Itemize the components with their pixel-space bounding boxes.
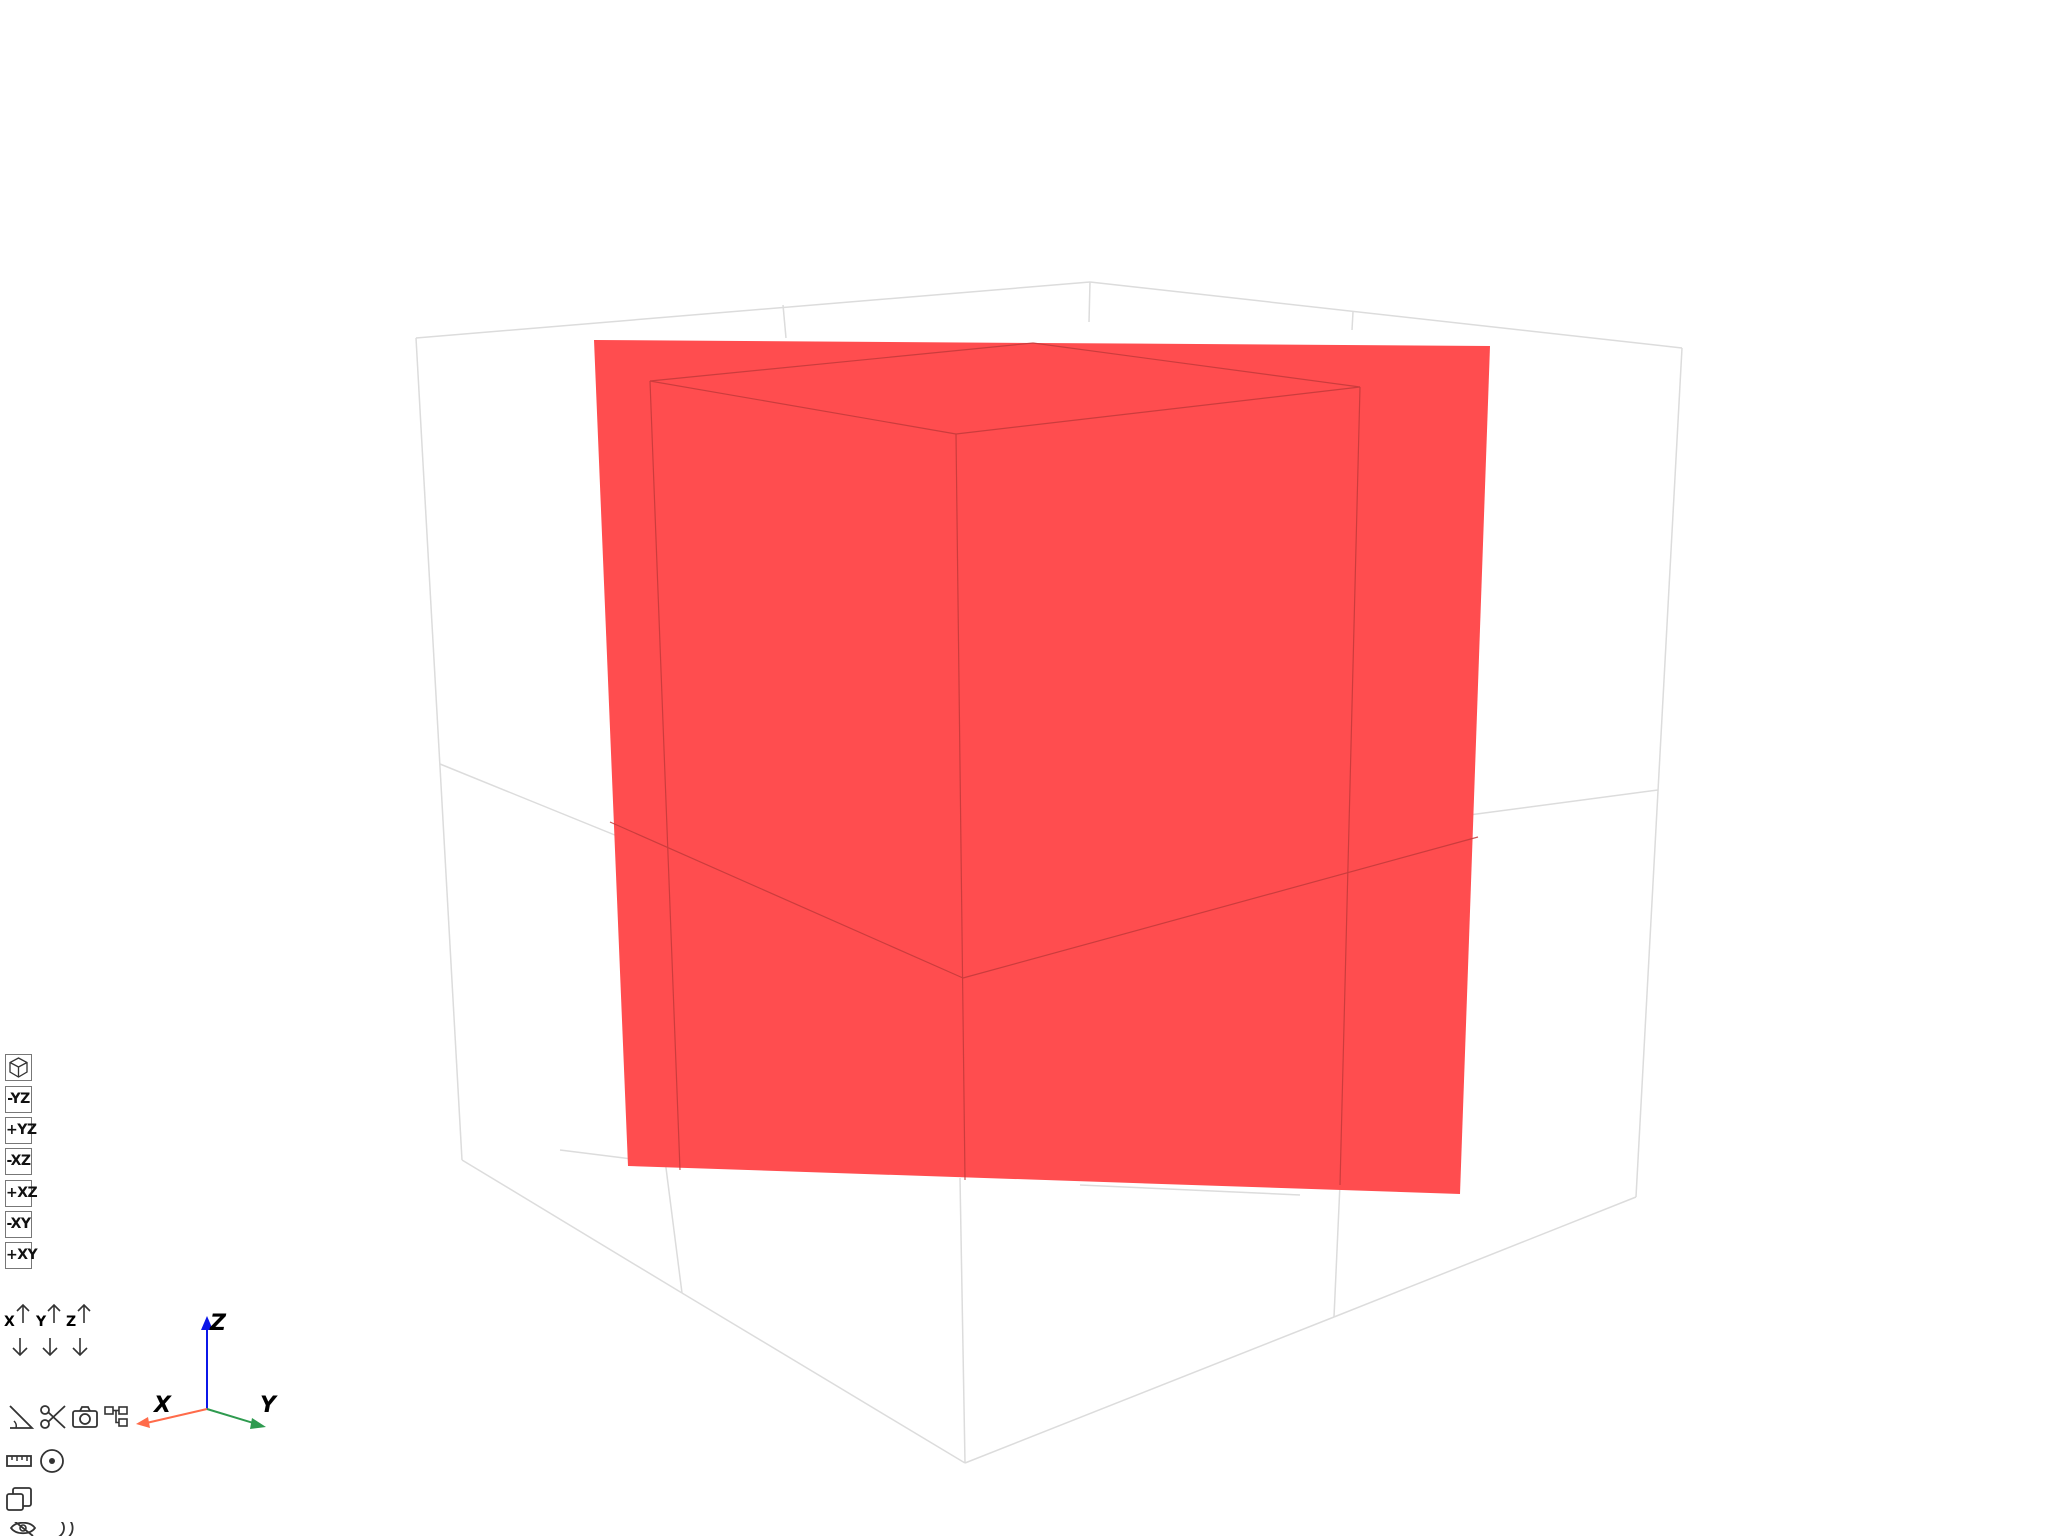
view-plus-xz-button[interactable]: +XZ <box>5 1180 38 1207</box>
arrow-down-icon <box>12 1338 28 1357</box>
layers-button[interactable] <box>4 1484 34 1514</box>
tree-button[interactable] <box>102 1402 132 1432</box>
measure-angle-icon <box>9 1405 35 1429</box>
measure-angle-button[interactable] <box>6 1402 36 1432</box>
tree-icon <box>104 1406 128 1427</box>
y-axis-arrow <box>250 1418 266 1429</box>
z-down-button[interactable] <box>70 1336 96 1360</box>
y-up-button[interactable]: Y <box>34 1302 64 1330</box>
section-plane[interactable] <box>594 340 1490 1194</box>
arrow-up-icon <box>47 1303 61 1323</box>
select-center-button[interactable] <box>37 1446 67 1476</box>
target-icon <box>40 1449 64 1473</box>
view-minus-xy-button[interactable]: -XY <box>5 1211 32 1238</box>
x-axis-line <box>141 1408 208 1425</box>
moon-icon <box>58 1522 74 1536</box>
z-up-button[interactable]: Z <box>64 1302 94 1330</box>
y-down-button[interactable] <box>40 1336 66 1360</box>
axis-triad: Z X Y <box>136 1311 278 1429</box>
arrow-down-icon <box>72 1338 88 1357</box>
camera-icon <box>72 1406 98 1428</box>
z-axis-label: Z <box>209 1311 227 1336</box>
measure-distance-button[interactable] <box>4 1446 34 1476</box>
clip-button[interactable] <box>38 1402 68 1432</box>
scissors-icon <box>40 1405 66 1429</box>
dark-mode-button[interactable] <box>44 1522 74 1536</box>
3d-viewport[interactable] <box>0 0 2048 1536</box>
arrow-up-icon <box>77 1303 91 1323</box>
layers-icon <box>6 1487 32 1511</box>
view-plus-yz-button[interactable]: +YZ <box>5 1117 37 1144</box>
x-up-button[interactable]: X <box>4 1302 34 1330</box>
arrow-down-icon <box>42 1338 58 1357</box>
view-minus-xz-button[interactable]: -XZ <box>5 1148 32 1175</box>
arrow-up-icon <box>16 1303 30 1323</box>
iso-view-button[interactable] <box>5 1054 32 1081</box>
cube-icon <box>9 1057 28 1078</box>
view-plus-xy-button[interactable]: +XY <box>5 1242 38 1269</box>
view-minus-yz-button[interactable]: -YZ <box>5 1086 32 1113</box>
x-down-button[interactable] <box>10 1336 36 1360</box>
eye-off-icon <box>9 1522 37 1536</box>
x-axis-arrow <box>136 1417 150 1428</box>
hide-button[interactable] <box>8 1522 38 1536</box>
x-axis-label: X <box>152 1393 172 1418</box>
y-axis-label: Y <box>260 1393 278 1418</box>
ruler-icon <box>6 1455 32 1467</box>
axis-direction-toolbar: X Y Z <box>4 1300 94 1360</box>
screenshot-button[interactable] <box>70 1402 100 1432</box>
